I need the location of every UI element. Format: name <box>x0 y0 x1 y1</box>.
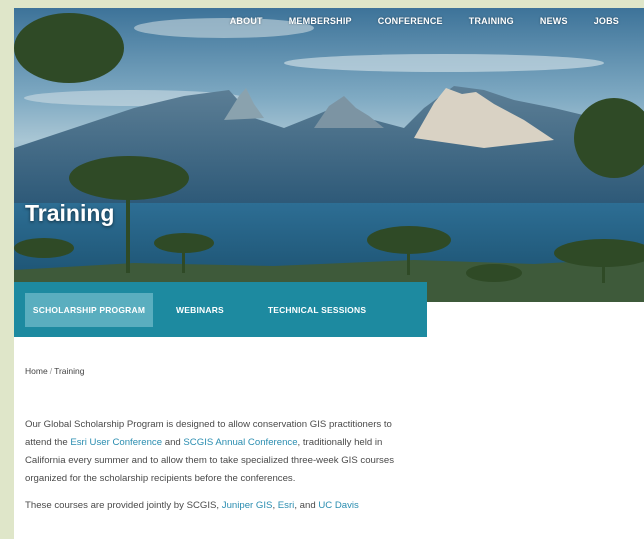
main-navigation: ABOUT MEMBERSHIP CONFERENCE TRAINING NEW… <box>217 16 632 26</box>
courses-paragraph: These courses are provided jointly by SC… <box>25 497 397 515</box>
tab-technical-sessions[interactable]: TECHNICAL SESSIONS <box>247 293 387 327</box>
hero-landscape-image <box>14 8 644 302</box>
nav-training-link[interactable]: TRAINING <box>456 16 527 26</box>
courses-text-1: These courses are provided jointly by SC… <box>25 500 222 511</box>
nav-about-link[interactable]: ABOUT <box>217 16 276 26</box>
nav-jobs-link[interactable]: JOBS <box>581 16 632 26</box>
breadcrumb-separator: / <box>49 366 53 376</box>
breadcrumb: Home / Training <box>25 366 84 376</box>
main-content: Our Global Scholarship Program is design… <box>25 416 397 524</box>
esri-link[interactable]: Esri <box>278 500 295 511</box>
breadcrumb-current: Training <box>54 366 85 376</box>
hero-banner: ABOUT MEMBERSHIP CONFERENCE TRAINING NEW… <box>14 8 644 302</box>
page-title: Training <box>25 200 115 226</box>
uc-davis-link[interactable]: UC Davis <box>318 500 359 511</box>
section-tab-bar: SCHOLARSHIP PROGRAM WEBINARS TECHNICAL S… <box>14 282 427 337</box>
nav-news-link[interactable]: NEWS <box>527 16 581 26</box>
tab-scholarship-program[interactable]: SCHOLARSHIP PROGRAM <box>25 292 153 327</box>
tab-webinars[interactable]: WEBINARS <box>153 293 247 327</box>
nav-conference-link[interactable]: CONFERENCE <box>365 16 456 26</box>
nav-membership-link[interactable]: MEMBERSHIP <box>276 16 365 26</box>
intro-text-2: and <box>162 437 184 448</box>
esri-user-conference-link[interactable]: Esri User Conference <box>70 437 162 448</box>
courses-text-3: , and <box>294 500 319 511</box>
page: ABOUT MEMBERSHIP CONFERENCE TRAINING NEW… <box>14 8 644 539</box>
juniper-gis-link[interactable]: Juniper GIS <box>222 500 273 511</box>
breadcrumb-home-link[interactable]: Home <box>25 366 48 376</box>
scgis-annual-conference-link[interactable]: SCGIS Annual Conference <box>183 437 297 448</box>
intro-paragraph: Our Global Scholarship Program is design… <box>25 416 397 488</box>
